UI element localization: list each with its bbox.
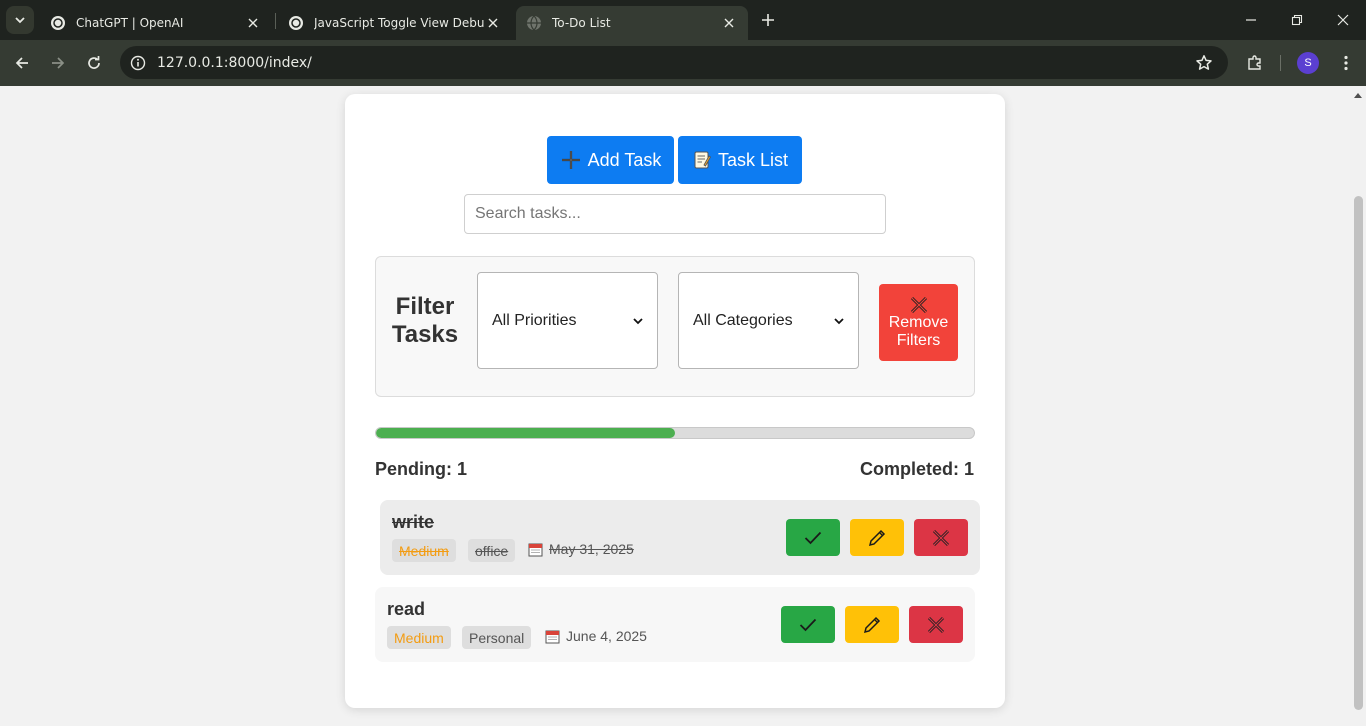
toolbar-divider (1280, 55, 1281, 71)
edit-task-button[interactable] (845, 606, 899, 643)
task-item: write Medium office May 31, 2025 (380, 500, 980, 575)
cross-mark-icon (932, 529, 950, 546)
profile-avatar[interactable]: S (1297, 52, 1319, 74)
close-icon[interactable] (720, 14, 738, 32)
cross-mark-icon (927, 616, 945, 633)
page-viewport: Add Task Task List Filter Tasks All Prio… (0, 86, 1366, 726)
tab-javascript-debug[interactable]: JavaScript Toggle View Debug (278, 6, 512, 40)
search-input[interactable] (464, 194, 886, 234)
task-name: write (392, 512, 435, 532)
forward-button[interactable] (44, 49, 72, 77)
complete-task-button[interactable] (781, 606, 835, 643)
browser-tab-bar: ChatGPT | OpenAI JavaScript Toggle View … (0, 0, 1366, 40)
category-badge: Personal (462, 626, 532, 649)
globe-icon (527, 15, 541, 31)
remove-filters-button[interactable]: Remove Filters (879, 284, 958, 361)
restore-icon (1291, 14, 1303, 26)
add-task-button[interactable]: Add Task (547, 136, 674, 184)
plus-icon (762, 14, 774, 26)
tab-todo-list[interactable]: To-Do List (516, 6, 748, 40)
calendar-icon (545, 630, 560, 643)
url-text: 127.0.0.1:8000/index/ (157, 55, 312, 71)
priority-filter-select[interactable]: All Priorities (477, 272, 658, 369)
restore-button[interactable] (1274, 0, 1320, 40)
task-item: read Medium Personal June 4, 2025 (375, 587, 975, 662)
tab-search-button[interactable] (6, 6, 34, 34)
task-due-date: June 4, 2025 (545, 628, 647, 644)
progress-bar (375, 427, 975, 439)
chevron-down-icon (633, 317, 643, 324)
profile-initial: S (1304, 57, 1312, 69)
close-icon (1337, 14, 1349, 26)
back-button[interactable] (8, 49, 36, 77)
plus-icon (561, 151, 580, 169)
edit-task-button[interactable] (850, 519, 904, 556)
tab-title: JavaScript Toggle View Debug (314, 16, 484, 30)
pencil-icon (868, 529, 886, 546)
minimize-button[interactable] (1228, 0, 1274, 40)
tab-title: ChatGPT | OpenAI (76, 16, 184, 30)
chevron-down-icon (15, 17, 25, 24)
close-window-button[interactable] (1320, 0, 1366, 40)
tab-divider (275, 13, 276, 29)
category-filter-value: All Categories (693, 311, 793, 329)
calendar-icon (528, 543, 543, 556)
check-icon (799, 618, 817, 631)
filter-title: Filter Tasks (391, 293, 459, 348)
todo-card: Add Task Task List Filter Tasks All Prio… (345, 94, 1005, 708)
address-bar[interactable]: 127.0.0.1:8000/index/ (120, 46, 1228, 79)
pending-count: Pending: 1 (375, 459, 468, 479)
priority-filter-value: All Priorities (492, 311, 577, 329)
reload-button[interactable] (80, 49, 108, 77)
remove-filters-label: Remove Filters (888, 313, 949, 349)
browser-toolbar: 127.0.0.1:8000/index/ S (0, 40, 1366, 86)
complete-task-button[interactable] (786, 519, 840, 556)
extensions-icon[interactable] (1243, 51, 1267, 75)
bookmark-star-icon[interactable] (1194, 53, 1214, 73)
chevron-down-icon (834, 317, 844, 324)
close-icon[interactable] (244, 14, 262, 32)
cross-mark-icon (910, 296, 927, 313)
filter-panel: Filter Tasks All Priorities All Categori… (375, 256, 975, 397)
task-list-button[interactable]: Task List (678, 136, 802, 184)
close-icon[interactable] (484, 14, 502, 32)
task-date-text: May 31, 2025 (549, 541, 634, 557)
minimize-icon (1246, 19, 1256, 21)
page-scrollbar[interactable] (1350, 86, 1366, 726)
tab-chatgpt[interactable]: ChatGPT | OpenAI (40, 6, 272, 40)
add-task-label: Add Task (587, 149, 662, 170)
pencil-icon (863, 616, 881, 633)
priority-badge: Medium (392, 539, 456, 562)
openai-icon (289, 16, 303, 30)
scrollbar-thumb[interactable] (1354, 196, 1363, 710)
arrow-right-icon (52, 57, 65, 69)
delete-task-button[interactable] (914, 519, 968, 556)
tab-title: To-Do List (552, 16, 611, 30)
delete-task-button[interactable] (909, 606, 963, 643)
progress-fill (376, 428, 675, 438)
new-tab-button[interactable] (758, 10, 778, 30)
task-due-date: May 31, 2025 (528, 541, 634, 557)
task-date-text: June 4, 2025 (566, 628, 647, 644)
priority-badge: Medium (387, 626, 451, 649)
task-name: read (387, 599, 426, 619)
memo-icon (694, 151, 712, 169)
completed-count: Completed: 1 (859, 459, 974, 479)
reload-icon (88, 56, 100, 69)
scroll-up-icon[interactable] (1353, 90, 1363, 100)
check-icon (804, 531, 822, 544)
arrow-left-icon (15, 57, 28, 69)
site-info-icon[interactable] (128, 53, 148, 73)
category-filter-select[interactable]: All Categories (678, 272, 859, 369)
task-list-label: Task List (717, 149, 789, 170)
browser-menu-icon[interactable] (1334, 51, 1358, 75)
openai-icon (51, 16, 65, 30)
category-badge: office (468, 539, 516, 562)
